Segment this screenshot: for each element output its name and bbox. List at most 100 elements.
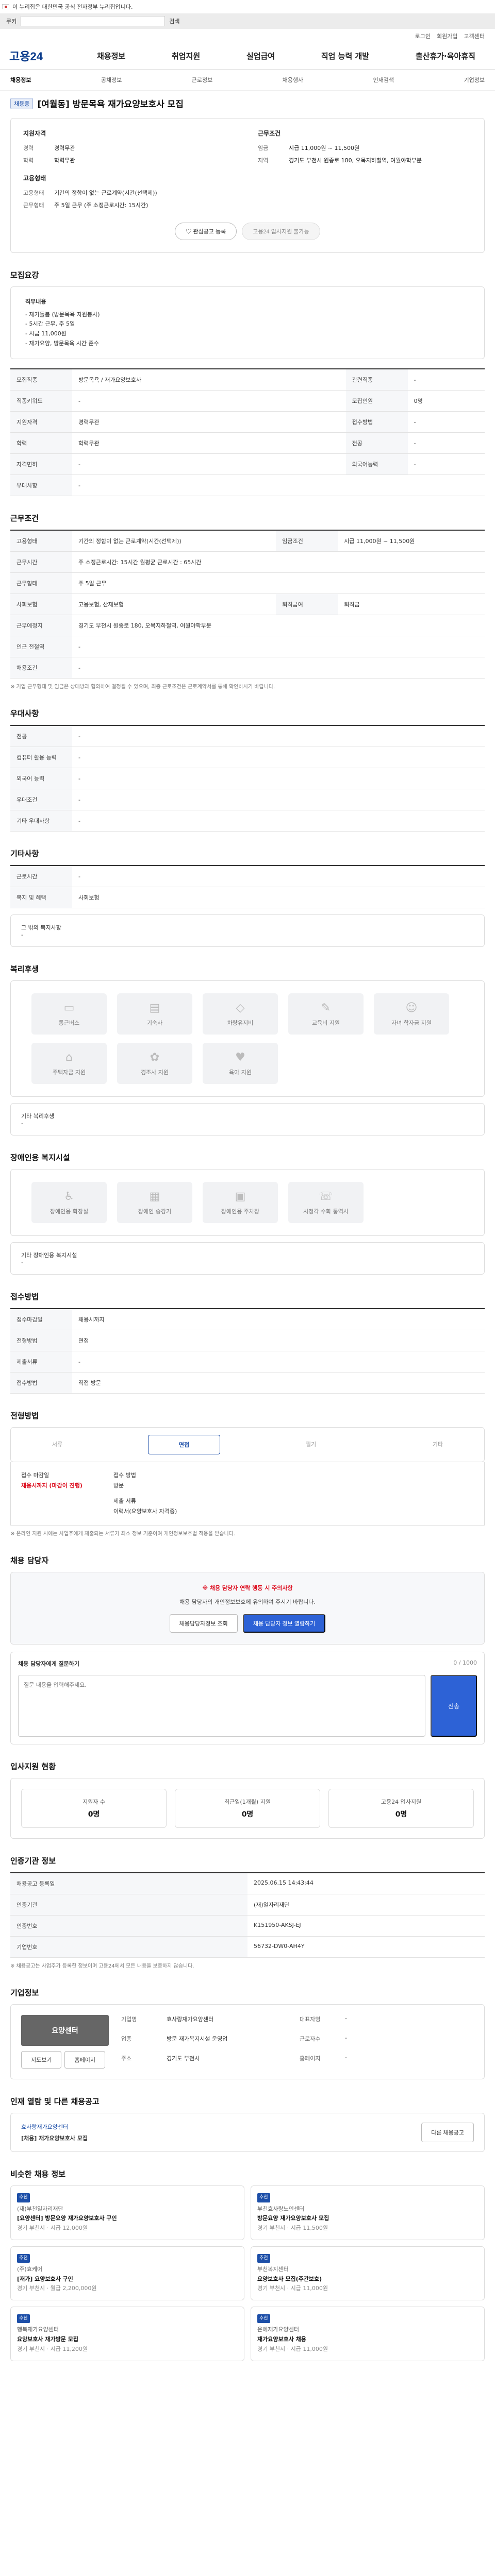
- other-jobs-button[interactable]: 다른 채용공고: [421, 2123, 474, 2143]
- cookie-input[interactable]: [21, 16, 166, 26]
- nav-training[interactable]: 직업 능력 개발: [321, 50, 369, 61]
- stat-value: 0명: [395, 1810, 407, 1819]
- row-value: -: [72, 810, 485, 832]
- row-label: 자격면허: [10, 453, 72, 476]
- map-button[interactable]: 지도보기: [21, 2051, 62, 2069]
- contact-search-button[interactable]: 채용담당자정보 조회: [169, 1614, 238, 1633]
- kv-value: 경기도 부천시 원종로 180, 오목지하철역, 여월야학부분: [289, 157, 422, 164]
- section-title-disability: 장애인용 복지시설: [10, 1153, 70, 1163]
- similar-company: 은혜재가요양센터: [257, 2326, 299, 2333]
- inquiry-textarea[interactable]: [18, 1675, 425, 1737]
- similar-job-card[interactable]: 추천 부천복지센터 요양보호사 모집(주간보호) 경기 부천시 · 시급 11,000…: [251, 2246, 485, 2301]
- subnav-events[interactable]: 채용행사: [283, 76, 303, 84]
- similar-location: 경기 부천시: [17, 2225, 45, 2232]
- similar-title: 방문요양 재가요양보호사 모집: [257, 2215, 329, 2222]
- subnav-company[interactable]: 기업정보: [464, 76, 484, 84]
- table-row: 근로시간 -: [10, 866, 485, 888]
- table-row: 사회보험 고용보험, 산재보험 퇴직급여 퇴직금: [10, 594, 485, 616]
- company-label: 대표자명: [300, 2016, 321, 2023]
- homepage-button[interactable]: 홈페이지: [64, 2051, 105, 2069]
- row-value: -: [72, 768, 485, 790]
- similar-company: 부천복지센터: [257, 2266, 289, 2273]
- row-value: -: [72, 390, 346, 412]
- row-value: 학력무관: [72, 432, 346, 454]
- table-row: 학력 학력무관 전공 -: [10, 432, 485, 454]
- benefit-card: ▤ 기숙사: [117, 993, 192, 1035]
- table-row: 근무형태 주 5일 근무: [10, 572, 485, 595]
- row-value: 직접 방문: [72, 1372, 485, 1394]
- section-title-conditions: 근무조건: [10, 514, 39, 523]
- row-value: 시급 11,000원 ~ 11,500원: [338, 530, 485, 552]
- subnav-talent[interactable]: 인재검색: [373, 76, 394, 84]
- subnav-jobs[interactable]: 채용정보: [10, 76, 31, 84]
- row-label: 컴퓨터 활용 능력: [10, 747, 72, 769]
- inquiry-send-button[interactable]: 전송: [431, 1675, 477, 1737]
- table-row: 기타 우대사항 -: [10, 810, 485, 832]
- benefit-icon: ☏: [319, 1190, 333, 1203]
- stat-value: 0명: [241, 1810, 254, 1819]
- company-value: -: [345, 2015, 347, 2022]
- similar-location: 경기 부천시: [257, 2285, 286, 2292]
- nav-employment-support[interactable]: 취업지원: [172, 50, 200, 61]
- row-label: 접수방법: [345, 411, 408, 433]
- disability-other-label: 기타 장애인용 복지시설: [21, 1252, 77, 1259]
- site-logo[interactable]: 고용24: [9, 47, 97, 64]
- apply-button[interactable]: 고용24 입사지원 불가능: [242, 223, 320, 240]
- nav-unemployment[interactable]: 실업급여: [246, 50, 275, 61]
- similar-job-card[interactable]: 추천 부천효사랑노인센터 방문요양 재가요양보호사 모집 경기 부천시 · 시급 11…: [251, 2185, 485, 2240]
- row-label: 전공: [10, 725, 72, 748]
- company-label: 업종: [121, 2036, 132, 2043]
- similar-company: (주)효케어: [17, 2266, 43, 2273]
- row-value: -: [72, 1351, 485, 1373]
- table-row: 전형방법 면접: [10, 1330, 485, 1352]
- interest-label: 관심공고 등록: [193, 229, 226, 235]
- row-value: 사회보험: [72, 887, 485, 909]
- section-title-welfare: 복리후생: [10, 964, 39, 974]
- row-label: 복지 및 혜택: [10, 887, 72, 909]
- subnav-work[interactable]: 근로정보: [192, 76, 212, 84]
- company-value: 효사랑재가요양센터: [167, 2016, 214, 2023]
- benefit-label: 자녀 학자금 지원: [391, 1019, 432, 1026]
- company-value: -: [345, 2054, 347, 2061]
- table-row: 복지 및 혜택 사회보험: [10, 887, 485, 909]
- similar-title: 재가요양보호사 채용: [257, 2336, 306, 2343]
- row-label: 사회보험: [10, 594, 72, 616]
- similar-location: 경기 부천시: [257, 2345, 286, 2352]
- manager-value: (재)일자리재단: [248, 1894, 485, 1916]
- contact-warning: ※ 채용 담당자 연락 행동 시 주의사항: [202, 1584, 293, 1591]
- similar-job-card[interactable]: 추천 (재)부천일자리재단 [요양센터] 방문요양 재가요양보호사 구인 경기 부천시…: [10, 2185, 244, 2240]
- nav-leave[interactable]: 출산휴가·육아휴직: [416, 50, 475, 61]
- section-title-process: 전형방법: [10, 1411, 39, 1421]
- row-label: 접수방법: [10, 1372, 72, 1394]
- signup-link[interactable]: 회원가입: [437, 32, 457, 40]
- row-value: 경력무관: [72, 411, 346, 433]
- similar-meta: 경기 부천시 · 시급 11,000원: [257, 2285, 328, 2292]
- benefit-card: ◇ 차량유지비: [203, 993, 278, 1035]
- help-link[interactable]: 고객센터: [464, 32, 485, 40]
- row-value: 고용보험, 산재보험: [72, 594, 276, 616]
- login-link[interactable]: 로그인: [415, 32, 431, 40]
- similar-job-card[interactable]: 추천 행복재가요양센터 요양보호사 재가방문 모집 경기 부천시 · 시급 11,20…: [10, 2307, 244, 2361]
- row-value: -: [407, 453, 485, 476]
- table-row: 컴퓨터 활용 능력 -: [10, 747, 485, 769]
- similar-job-card[interactable]: 추천 은혜재가요양센터 재가요양보호사 채용 경기 부천시 · 시급 11,000원: [251, 2307, 485, 2361]
- similar-job-card[interactable]: 추천 (주)효케어 [재가] 요양보호사 구인 경기 부천시 · 월급 2,200,0…: [10, 2246, 244, 2301]
- subnav-public[interactable]: 공채정보: [101, 76, 122, 84]
- benefit-label: 장애인용 화장실: [50, 1208, 89, 1215]
- nav-jobs[interactable]: 채용정보: [97, 50, 125, 61]
- interest-button[interactable]: ♡ 관심공고 등록: [175, 223, 237, 240]
- contact-view-button[interactable]: 채용 담당자 정보 열람하기: [242, 1614, 326, 1633]
- etc-extra-box: 그 밖의 복지사항 -: [10, 914, 485, 947]
- job-desc-title: 직무내용: [25, 298, 46, 305]
- other-company[interactable]: 효사랑재가요양센터: [21, 2123, 414, 2131]
- benefit-label: 육아 지원: [229, 1069, 252, 1076]
- contact-desc: 채용 담당자의 개인정보보호에 유의하여 주시기 바랍니다.: [179, 1598, 316, 1605]
- cookie-button[interactable]: 검색: [169, 17, 179, 25]
- disability-grid: ♿ 장애인용 화장실 ▦ 장애인 승강기 ▣ 장애인용 주차장 ☏ 시청각 수화 통역사: [10, 1169, 485, 1236]
- row-value: -: [72, 636, 485, 658]
- benefit-icon: ▦: [149, 1190, 160, 1203]
- other-title[interactable]: [채용] 재가요양보호사 모집: [21, 2134, 414, 2142]
- table-row: 채용조건 -: [10, 657, 485, 679]
- similar-company: 부천효사랑노인센터: [257, 2205, 305, 2212]
- company-value: 경기도 부천시: [167, 2055, 200, 2062]
